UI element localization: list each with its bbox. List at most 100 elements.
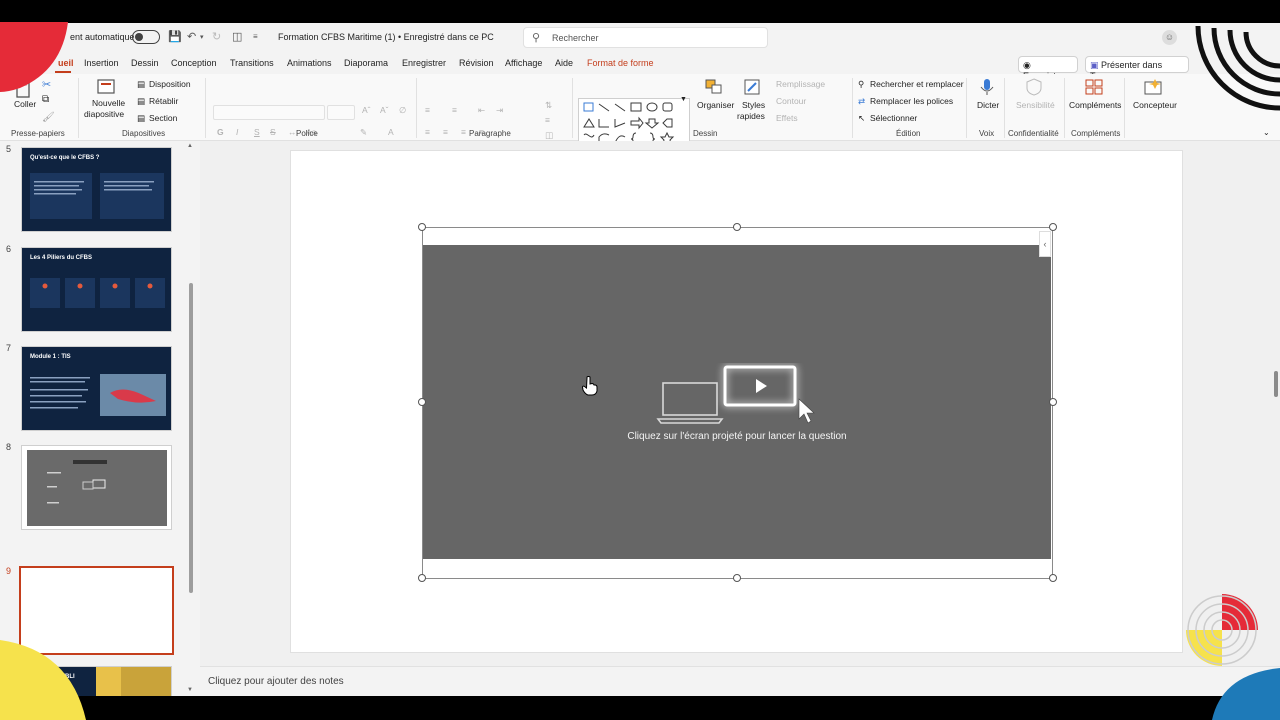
reset-button[interactable]: Rétablir bbox=[149, 96, 178, 106]
clear-format-icon[interactable]: ∅ bbox=[399, 105, 406, 116]
present-in-teams-button[interactable]: ▣ Présenter dans Teams bbox=[1085, 56, 1189, 81]
arrange-button[interactable]: Organiser bbox=[697, 100, 734, 110]
resize-handle-left[interactable] bbox=[418, 398, 426, 406]
slide-thumb-content bbox=[30, 173, 164, 219]
tab-conception[interactable]: Conception bbox=[171, 58, 217, 68]
align-right-icon[interactable]: ≡ bbox=[461, 127, 466, 137]
section-button[interactable]: Section bbox=[149, 113, 177, 123]
document-title[interactable]: Formation CFBS Maritime (1) • Enregistré… bbox=[278, 32, 494, 42]
resize-handle-bottom-right[interactable] bbox=[1049, 574, 1057, 582]
format-painter-icon[interactable]: 🖌 bbox=[42, 112, 55, 123]
scroll-up-icon[interactable]: ▲ bbox=[187, 143, 193, 149]
cut-icon[interactable]: ✂ bbox=[42, 78, 51, 91]
font-size-select[interactable] bbox=[327, 105, 355, 120]
active-tab-indicator bbox=[55, 71, 71, 73]
resize-handle-top-right[interactable] bbox=[1049, 223, 1057, 231]
new-slide-button[interactable]: Nouvelle bbox=[92, 98, 125, 108]
profile-icon[interactable]: ☺ bbox=[1162, 30, 1177, 45]
tab-affichage[interactable]: Affichage bbox=[505, 58, 542, 68]
indent-icon[interactable]: ⇤ bbox=[478, 105, 485, 116]
find-replace-button[interactable]: Rechercher et remplacer bbox=[870, 79, 964, 89]
addins-button[interactable]: Compléments bbox=[1069, 100, 1121, 110]
new-slide-icon[interactable] bbox=[96, 78, 116, 96]
align-text-icon[interactable]: ≡ bbox=[545, 115, 550, 125]
thumbnails-scrollbar[interactable] bbox=[189, 283, 193, 593]
paste-icon[interactable] bbox=[14, 80, 34, 98]
paste-button[interactable]: Coller bbox=[14, 99, 36, 109]
bold-button[interactable]: G bbox=[217, 127, 224, 137]
italic-button[interactable]: I bbox=[236, 127, 238, 137]
font-color-icon[interactable]: A bbox=[388, 127, 394, 137]
autosave-toggle[interactable] bbox=[132, 30, 160, 44]
strikethrough-button[interactable]: S bbox=[270, 127, 276, 137]
arrange-icon[interactable] bbox=[704, 78, 724, 96]
resize-handle-top-left[interactable] bbox=[418, 223, 426, 231]
editor-scrollbar[interactable] bbox=[1274, 371, 1278, 397]
align-left-icon[interactable]: ≡ bbox=[425, 127, 430, 137]
slide-thumbnail-8[interactable] bbox=[21, 445, 172, 530]
shape-outline-button[interactable]: Contour bbox=[776, 96, 806, 106]
highlight-icon[interactable]: ✎ bbox=[360, 127, 367, 138]
redo-icon[interactable]: ↻ bbox=[212, 30, 221, 43]
sensitivity-button[interactable]: Sensibilité bbox=[1016, 100, 1055, 110]
scroll-down-icon[interactable]: ▼ bbox=[187, 687, 193, 693]
separator bbox=[205, 78, 206, 138]
collapse-ribbon-icon[interactable]: ⌄ bbox=[1263, 128, 1270, 137]
dictate-button[interactable]: Dicter bbox=[977, 100, 999, 110]
quick-styles-button-line2[interactable]: rapides bbox=[737, 111, 765, 121]
quick-styles-icon[interactable] bbox=[743, 78, 763, 96]
grow-font-icon[interactable]: Aˆ bbox=[362, 105, 371, 115]
new-slide-button-line2[interactable]: diapositive bbox=[84, 109, 124, 119]
outdent-icon[interactable]: ⇥ bbox=[496, 105, 503, 116]
resize-handle-top[interactable] bbox=[733, 223, 741, 231]
text-direction-icon[interactable]: ⇅ bbox=[545, 100, 552, 111]
tab-diaporama[interactable]: Diaporama bbox=[344, 58, 388, 68]
tab-aide[interactable]: Aide bbox=[555, 58, 573, 68]
align-center-icon[interactable]: ≡ bbox=[443, 127, 448, 137]
replace-fonts-button[interactable]: Remplacer les polices bbox=[870, 96, 953, 106]
tab-insertion[interactable]: Insertion bbox=[84, 58, 119, 68]
customize-qat-icon[interactable]: ≡ bbox=[253, 32, 258, 41]
slide-thumbnail-7[interactable]: Module 1 : TIS bbox=[21, 346, 172, 431]
tab-revision[interactable]: Révision bbox=[459, 58, 494, 68]
numbering-icon[interactable]: ≡ bbox=[452, 105, 457, 115]
search-box[interactable]: ⚲ Rechercher bbox=[523, 27, 768, 48]
tab-animations[interactable]: Animations bbox=[287, 58, 332, 68]
panel-collapse-button[interactable]: ‹ bbox=[1039, 231, 1051, 257]
shrink-font-icon[interactable]: Aˇ bbox=[380, 105, 389, 115]
resize-handle-bottom-left[interactable] bbox=[418, 574, 426, 582]
slide-thumbnail-5[interactable]: Qu'est-ce que le CFBS ? bbox=[21, 147, 172, 232]
tab-accueil[interactable]: ueil bbox=[58, 58, 74, 68]
undo-dropdown-icon[interactable]: ▾ bbox=[200, 33, 204, 41]
notes-pane[interactable]: Cliquez pour ajouter des notes bbox=[200, 666, 1280, 696]
copy-icon[interactable]: ⧉ bbox=[42, 94, 49, 105]
font-family-select[interactable] bbox=[213, 105, 325, 120]
shape-effects-button[interactable]: Effets bbox=[776, 113, 798, 123]
slide-thumbnail-9-selected[interactable] bbox=[19, 566, 174, 655]
sensitivity-icon[interactable] bbox=[1024, 78, 1044, 96]
bullets-icon[interactable]: ≡ bbox=[425, 105, 430, 115]
layout-button[interactable]: Disposition bbox=[149, 79, 191, 89]
shape-fill-button[interactable]: Remplissage bbox=[776, 79, 825, 89]
resize-handle-bottom[interactable] bbox=[733, 574, 741, 582]
resize-handle-right[interactable] bbox=[1049, 398, 1057, 406]
addins-icon[interactable] bbox=[1084, 78, 1104, 96]
tab-transitions[interactable]: Transitions bbox=[230, 58, 274, 68]
tab-format-de-forme[interactable]: Format de forme bbox=[587, 58, 654, 68]
save-button[interactable]: ◉ Enregistrer bbox=[1018, 56, 1078, 81]
tab-enregistrer[interactable]: Enregistrer bbox=[402, 58, 446, 68]
undo-icon[interactable]: ↶ bbox=[187, 30, 196, 43]
save-icon[interactable]: 💾 bbox=[168, 30, 182, 43]
designer-icon[interactable] bbox=[1143, 78, 1163, 96]
tab-dessin[interactable]: Dessin bbox=[131, 58, 159, 68]
underline-button[interactable]: S bbox=[254, 127, 260, 137]
slide-thumbnail-10[interactable]: Module 2 : FBLI bbox=[21, 666, 172, 696]
designer-button[interactable]: Concepteur bbox=[1133, 100, 1177, 110]
present-icon[interactable]: ◫ bbox=[232, 30, 242, 43]
microphone-icon[interactable] bbox=[977, 78, 997, 96]
shapes-more-icon[interactable]: ▼ bbox=[680, 96, 687, 103]
select-button[interactable]: Sélectionner bbox=[870, 113, 917, 123]
slide-thumbnail-6[interactable]: Les 4 Piliers du CFBS bbox=[21, 247, 172, 332]
smartart-icon[interactable]: ◫ bbox=[545, 130, 553, 141]
quick-styles-button[interactable]: Styles bbox=[742, 100, 765, 110]
